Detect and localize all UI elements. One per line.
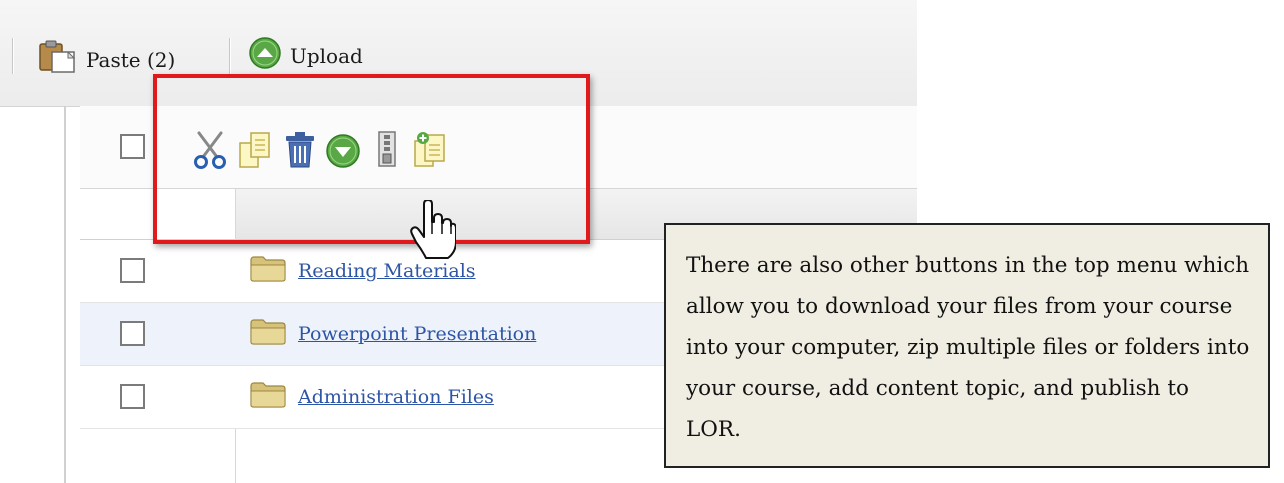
row-checkbox[interactable]: [120, 258, 145, 283]
folder-link[interactable]: Administration Files: [250, 382, 494, 412]
trash-icon[interactable]: [284, 131, 316, 173]
upload-label: Upload: [290, 43, 363, 68]
paste-icon: [38, 40, 78, 79]
header-checkbox-cell: [80, 189, 236, 239]
download-icon[interactable]: [325, 133, 361, 173]
paste-button[interactable]: Paste (2): [38, 40, 175, 79]
row-checkbox[interactable]: [120, 384, 145, 409]
folder-name: Powerpoint Presentation: [298, 323, 537, 345]
add-topic-icon[interactable]: [413, 131, 447, 173]
folder-name: Administration Files: [298, 386, 494, 408]
upload-button[interactable]: Upload: [248, 36, 363, 75]
panel-left-border: [64, 106, 66, 483]
folder-name: Reading Materials: [298, 260, 476, 282]
folder-link[interactable]: Powerpoint Presentation: [250, 319, 536, 349]
bulk-action-bar: [80, 106, 917, 188]
screenshot-stage: Paste (2) Upload Reading Materials Power…: [0, 0, 1284, 483]
copy-icon[interactable]: [238, 131, 272, 173]
folder-icon: [250, 382, 286, 412]
scissors-icon[interactable]: [193, 131, 227, 173]
callout-box: There are also other buttons in the top …: [664, 223, 1270, 468]
folder-link[interactable]: Reading Materials: [250, 256, 476, 286]
paste-label: Paste (2): [86, 47, 176, 72]
row-checkbox[interactable]: [120, 321, 145, 346]
upload-icon: [248, 36, 282, 75]
folder-icon: [250, 319, 286, 349]
callout-text: There are also other buttons in the top …: [686, 253, 1250, 442]
zip-icon[interactable]: [377, 131, 397, 173]
folder-icon: [250, 256, 286, 286]
toolbar-separator: [12, 38, 14, 74]
toolbar-separator: [229, 38, 231, 74]
top-toolbar: Paste (2) Upload: [0, 0, 917, 107]
select-all-checkbox[interactable]: [120, 134, 145, 159]
